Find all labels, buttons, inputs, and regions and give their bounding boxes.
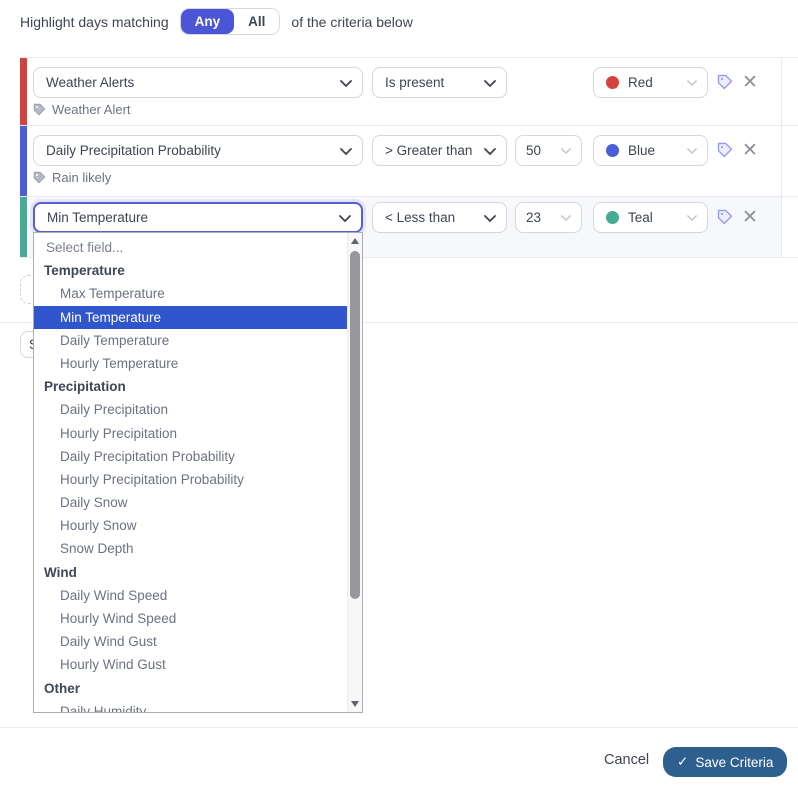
chevron-down-icon (484, 80, 496, 87)
close-icon: ✕ (742, 73, 758, 92)
chevron-down-icon (561, 148, 571, 154)
tag-icon (717, 142, 733, 158)
remove-criteria-button[interactable]: ✕ (737, 69, 763, 95)
field-select[interactable]: Min Temperature (33, 202, 363, 233)
close-icon: ✕ (742, 141, 758, 160)
toggle-all-button[interactable]: All (234, 9, 279, 34)
remove-criteria-button[interactable]: ✕ (737, 204, 763, 230)
dropdown-option[interactable]: Hourly Precipitation Probability (34, 468, 347, 491)
scrollbar-thumb[interactable] (350, 251, 360, 599)
operator-select-value: < Less than (385, 210, 455, 225)
dropdown-option[interactable]: Snow Depth (34, 537, 347, 560)
check-icon: ✓ (677, 754, 688, 770)
field-dropdown: Select field...TemperatureMax Temperatur… (33, 232, 363, 713)
chevron-down-icon (561, 215, 571, 221)
criteria-color-bar (20, 197, 27, 257)
operator-select[interactable]: < Less than (372, 202, 507, 233)
dropdown-option[interactable]: Daily Precipitation (34, 398, 347, 421)
color-swatch (606, 76, 619, 89)
chevron-down-icon (687, 148, 697, 154)
edit-tag-button[interactable] (712, 204, 738, 230)
scroll-down-icon[interactable] (351, 701, 359, 707)
criteria-tag: Rain likely (33, 170, 111, 185)
dropdown-option[interactable]: Hourly Wind Speed (34, 607, 347, 630)
color-select[interactable]: Teal (593, 202, 708, 233)
dropdown-option[interactable]: Hourly Wind Gust (34, 653, 347, 676)
chevron-down-icon (340, 148, 352, 155)
color-select[interactable]: Blue (593, 135, 708, 166)
field-select[interactable]: Daily Precipitation Probability (33, 135, 363, 166)
criteria-row: Daily Precipitation Probability > Greate… (20, 126, 781, 196)
field-select-value: Min Temperature (47, 210, 148, 225)
dropdown-option[interactable]: Hourly Snow (34, 514, 347, 537)
cancel-button[interactable]: Cancel (598, 751, 655, 769)
criteria-tag: Weather Alert (33, 102, 131, 117)
color-select[interactable]: Red (593, 67, 708, 98)
dropdown-option[interactable]: Hourly Precipitation (34, 422, 347, 445)
dropdown-group-header: Wind (34, 561, 347, 584)
chevron-down-icon (687, 215, 697, 221)
chevron-down-icon (340, 80, 352, 87)
dropdown-option[interactable]: Select field... (34, 236, 347, 259)
scroll-up-icon[interactable] (351, 238, 359, 244)
tag-icon (33, 103, 46, 116)
dropdown-group-header: Other (34, 677, 347, 700)
divider (0, 727, 798, 728)
edit-tag-button[interactable] (712, 137, 738, 163)
value-input-value: 50 (526, 143, 541, 158)
criteria-tag-label: Rain likely (52, 170, 111, 185)
dialog-header: Highlight days matching Any All of the c… (20, 8, 413, 35)
header-suffix-text: of the criteria below (291, 14, 412, 30)
value-input[interactable]: 50 (515, 135, 582, 166)
criteria-row: Weather Alerts Is present Red ✕ Weather … (20, 58, 781, 125)
operator-select-value: Is present (385, 75, 444, 90)
dropdown-option[interactable]: Daily Temperature (34, 329, 347, 352)
criteria-tag-label: Weather Alert (52, 102, 131, 117)
operator-select[interactable]: > Greater than (372, 135, 507, 166)
header-prefix-text: Highlight days matching (20, 14, 169, 30)
chevron-down-icon (339, 215, 351, 222)
dropdown-option[interactable]: Hourly Temperature (34, 352, 347, 375)
color-swatch (606, 144, 619, 157)
dropdown-scrollbar[interactable] (347, 233, 362, 712)
tag-icon (33, 171, 46, 184)
dropdown-group-header: Temperature (34, 259, 347, 282)
criteria-color-bar (20, 58, 27, 125)
dropdown-option[interactable]: Daily Wind Speed (34, 584, 347, 607)
tag-icon (717, 74, 733, 90)
value-input-value: 23 (526, 210, 541, 225)
dropdown-option[interactable]: Daily Wind Gust (34, 630, 347, 653)
any-all-toggle: Any All (180, 8, 281, 35)
save-criteria-label: Save Criteria (695, 755, 773, 770)
remove-criteria-button[interactable]: ✕ (737, 137, 763, 163)
color-select-value: Red (628, 75, 653, 90)
field-select-value: Daily Precipitation Probability (46, 143, 221, 158)
edit-tag-button[interactable] (712, 69, 738, 95)
chevron-down-icon (484, 148, 496, 155)
dropdown-group-header: Precipitation (34, 375, 347, 398)
divider (781, 57, 782, 257)
highlight-criteria-dialog: Highlight days matching Any All of the c… (0, 0, 798, 789)
dropdown-option[interactable]: Daily Humidity (34, 700, 347, 713)
dropdown-option[interactable]: Daily Precipitation Probability (34, 445, 347, 468)
dropdown-option[interactable]: Min Temperature (34, 306, 347, 329)
chevron-down-icon (484, 215, 496, 222)
dropdown-option[interactable]: Max Temperature (34, 282, 347, 305)
save-criteria-button[interactable]: ✓ Save Criteria (663, 747, 787, 777)
close-icon: ✕ (742, 208, 758, 227)
field-dropdown-list: Select field...TemperatureMax Temperatur… (34, 233, 347, 713)
tag-icon (717, 209, 733, 225)
dropdown-option[interactable]: Daily Snow (34, 491, 347, 514)
field-select[interactable]: Weather Alerts (33, 67, 363, 98)
color-swatch (606, 211, 619, 224)
value-input[interactable]: 23 (515, 202, 582, 233)
toggle-any-button[interactable]: Any (181, 9, 235, 34)
operator-select[interactable]: Is present (372, 67, 507, 98)
chevron-down-icon (687, 80, 697, 86)
field-select-value: Weather Alerts (46, 75, 134, 90)
criteria-color-bar (20, 126, 27, 196)
color-select-value: Teal (628, 210, 653, 225)
operator-select-value: > Greater than (385, 143, 472, 158)
color-select-value: Blue (628, 143, 655, 158)
